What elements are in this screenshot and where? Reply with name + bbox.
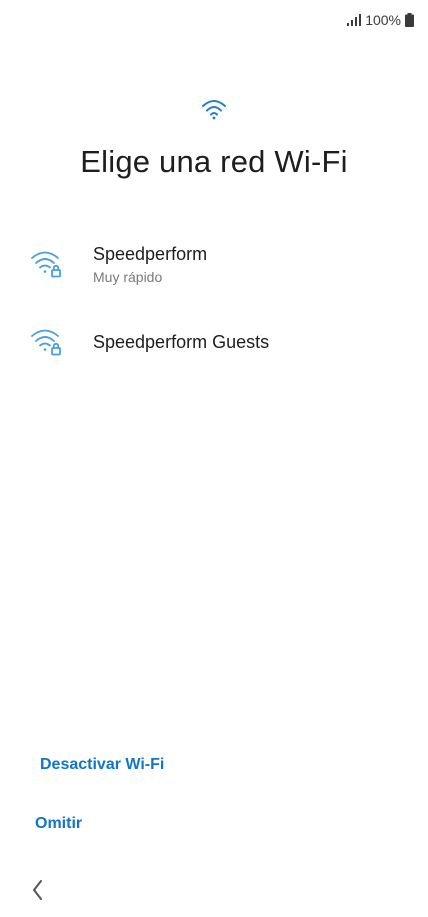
disable-wifi-button[interactable]: Desactivar Wi-Fi <box>40 756 164 774</box>
wifi-locked-icon <box>30 326 64 358</box>
page-title: Elige una red Wi-Fi <box>80 144 348 179</box>
status-bar: 100% <box>347 10 414 30</box>
network-speed: Muy rápido <box>93 269 163 285</box>
chevron-left-icon <box>26 880 50 908</box>
signal-bars-icon <box>347 14 362 26</box>
battery-icon <box>405 13 414 27</box>
network-item-speedperform-guests[interactable]: Speedperform Guests <box>0 318 428 374</box>
network-text: Speedperform Guests <box>93 330 269 354</box>
network-item-speedperform[interactable]: Speedperform Muy rápido <box>0 228 428 306</box>
network-text: Speedperform Muy rápido <box>93 242 207 287</box>
network-name: Speedperform <box>93 244 208 264</box>
battery-percentage: 100% <box>365 12 401 28</box>
network-name: Speedperform Guests <box>93 332 270 352</box>
skip-button[interactable]: Omitir <box>35 815 82 833</box>
wifi-icon <box>201 98 227 122</box>
back-button[interactable] <box>26 876 50 904</box>
wifi-locked-icon <box>30 248 64 280</box>
